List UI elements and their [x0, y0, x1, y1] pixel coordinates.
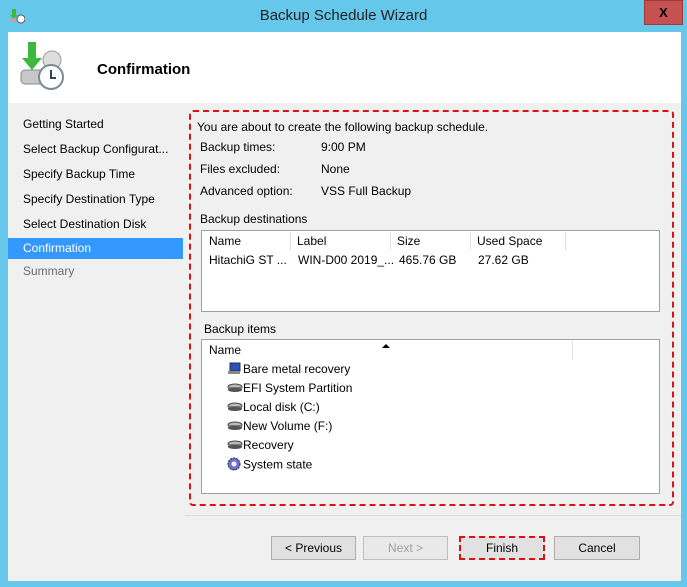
- computer-icon: [227, 362, 243, 378]
- files-excluded-label: Files excluded:: [200, 162, 281, 176]
- advanced-option-label: Advanced option:: [200, 184, 293, 198]
- disk-icon: [227, 439, 243, 453]
- divider: [185, 515, 681, 516]
- header: Confirmation: [8, 32, 681, 103]
- destinations-title: Backup destinations: [200, 212, 308, 226]
- cell-name: HitachiG ST ...: [209, 253, 287, 267]
- list-item[interactable]: Local disk (C:): [227, 400, 320, 417]
- wizard-nav: Getting Started Select Backup Configurat…: [8, 104, 183, 581]
- column-header-name[interactable]: Name: [203, 232, 291, 250]
- disk-icon: [227, 382, 243, 396]
- backup-times-label: Backup times:: [200, 140, 276, 154]
- nav-item-getting-started[interactable]: Getting Started: [8, 114, 183, 135]
- destinations-list[interactable]: Name Label Size Used Space HitachiG ST .…: [201, 230, 660, 312]
- previous-button[interactable]: < Previous: [271, 536, 356, 560]
- cancel-button[interactable]: Cancel: [554, 536, 640, 560]
- column-header-label[interactable]: Label: [291, 232, 391, 250]
- cell-label: WIN-D00 2019_...: [298, 253, 395, 267]
- advanced-option-value: VSS Full Backup: [321, 184, 412, 198]
- nav-item-backup-time[interactable]: Specify Backup Time: [8, 164, 183, 185]
- intro-text: You are about to create the following ba…: [197, 120, 489, 134]
- list-item-label: Local disk (C:): [243, 400, 320, 414]
- nav-item-summary: Summary: [23, 264, 75, 278]
- finish-button[interactable]: Finish: [459, 536, 545, 560]
- list-item[interactable]: Bare metal recovery: [227, 362, 350, 379]
- sort-ascending-icon: [382, 344, 390, 348]
- close-button[interactable]: X: [644, 0, 683, 25]
- list-item-label: System state: [243, 457, 313, 472]
- items-title: Backup items: [204, 322, 277, 336]
- cell-size: 465.76 GB: [399, 253, 457, 267]
- list-item[interactable]: System state: [227, 457, 312, 474]
- nav-item-backup-configuration[interactable]: Select Backup Configurat...: [8, 139, 183, 160]
- list-item-label: New Volume (F:): [243, 419, 333, 433]
- gear-icon: [227, 457, 243, 474]
- list-item[interactable]: New Volume (F:): [227, 419, 332, 436]
- list-item[interactable]: EFI System Partition: [227, 381, 352, 398]
- items-list[interactable]: Name Bare metal recovery EFI System Parti…: [201, 339, 660, 494]
- cell-used-space: 27.62 GB: [478, 253, 529, 267]
- next-button: Next >: [363, 536, 448, 560]
- window-title: Backup Schedule Wizard: [259, 7, 428, 24]
- disk-icon: [227, 401, 243, 415]
- nav-item-destination-disk[interactable]: Select Destination Disk: [8, 214, 183, 235]
- files-excluded-value: None: [321, 162, 350, 176]
- disk-icon: [227, 420, 243, 434]
- list-item-label: Bare metal recovery: [243, 362, 351, 377]
- wizard-client: Confirmation Getting Started Select Back…: [8, 32, 681, 581]
- list-item-label: Recovery: [243, 438, 294, 452]
- nav-item-confirmation[interactable]: Confirmation: [8, 238, 183, 259]
- title-bar[interactable]: Backup Schedule Wizard X: [0, 0, 687, 33]
- backup-schedule-icon: [18, 40, 68, 92]
- list-item-label: EFI System Partition: [243, 381, 353, 395]
- page-title: Confirmation: [97, 61, 191, 78]
- list-item[interactable]: Recovery: [227, 438, 294, 455]
- backup-times-value: 9:00 PM: [321, 140, 366, 154]
- column-header-size[interactable]: Size: [391, 232, 471, 250]
- nav-item-destination-type[interactable]: Specify Destination Type: [8, 189, 183, 210]
- column-header-used-space[interactable]: Used Space: [471, 232, 566, 250]
